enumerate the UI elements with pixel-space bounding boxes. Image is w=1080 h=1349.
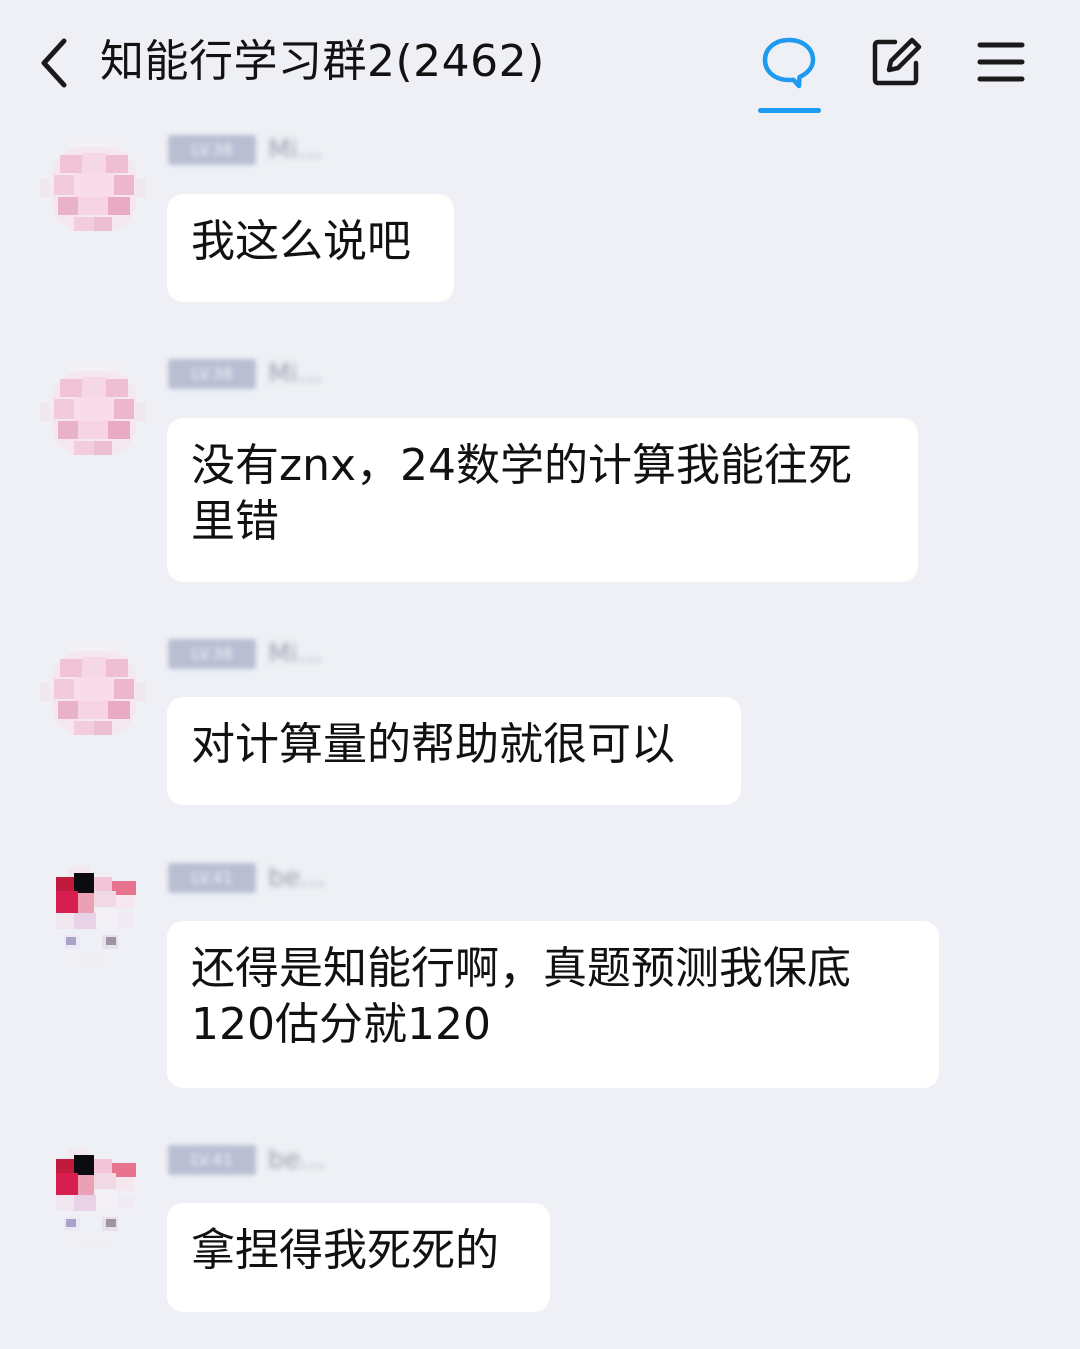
pixelated-avatar-pink: [40, 641, 146, 735]
sender-info: LV.41 be...: [168, 1142, 325, 1178]
sender-info: LV.38 Mi...: [168, 636, 322, 672]
level-badge: LV.38: [168, 639, 256, 669]
chat-title: 知能行学习群2(2462): [100, 36, 545, 87]
pixelated-avatar-dark: [56, 1149, 136, 1247]
avatar[interactable]: [40, 359, 146, 465]
sender-name[interactable]: Mi...: [268, 359, 322, 389]
level-badge: LV.41: [168, 863, 256, 893]
sender-info: LV.38 Mi...: [168, 356, 322, 392]
avatar[interactable]: [40, 863, 146, 969]
edit-icon: [872, 37, 922, 86]
message-bubble[interactable]: 没有znx，24数学的计算我能往死里错: [167, 418, 918, 582]
edit-button[interactable]: [868, 34, 924, 90]
avatar[interactable]: [40, 639, 146, 745]
chat-bubble-icon: [762, 37, 816, 89]
level-badge: LV.38: [168, 359, 256, 389]
sender-name[interactable]: be...: [268, 1145, 325, 1175]
avatar[interactable]: [40, 1145, 146, 1251]
message-bubble[interactable]: 对计算量的帮助就很可以: [167, 697, 741, 805]
message-bubble[interactable]: 我这么说吧: [167, 194, 454, 302]
level-badge: LV.41: [168, 1145, 256, 1175]
menu-icon: [977, 42, 1025, 82]
active-tab-indicator: [758, 108, 821, 113]
menu-button[interactable]: [974, 34, 1030, 90]
chevron-left-icon: [41, 38, 67, 88]
pixelated-avatar-dark: [56, 867, 136, 965]
pixelated-avatar-pink: [40, 137, 146, 231]
message-bubble[interactable]: 还得是知能行啊，真题预测我保底120估分就120: [167, 921, 939, 1088]
message-bubble[interactable]: 拿捏得我死死的: [167, 1203, 550, 1312]
chat-header: 知能行学习群2(2462): [0, 0, 1080, 125]
back-button[interactable]: [34, 36, 78, 90]
pixelated-avatar-pink: [40, 361, 146, 455]
avatar[interactable]: [40, 135, 146, 241]
sender-info: LV.38 Mi...: [168, 132, 322, 168]
level-badge: LV.38: [168, 135, 256, 165]
sender-name[interactable]: Mi...: [268, 639, 322, 669]
sender-info: LV.41 be...: [168, 860, 325, 896]
sender-name[interactable]: Mi...: [268, 135, 322, 165]
chat-tab-button[interactable]: [761, 34, 817, 90]
sender-name[interactable]: be...: [268, 863, 325, 893]
